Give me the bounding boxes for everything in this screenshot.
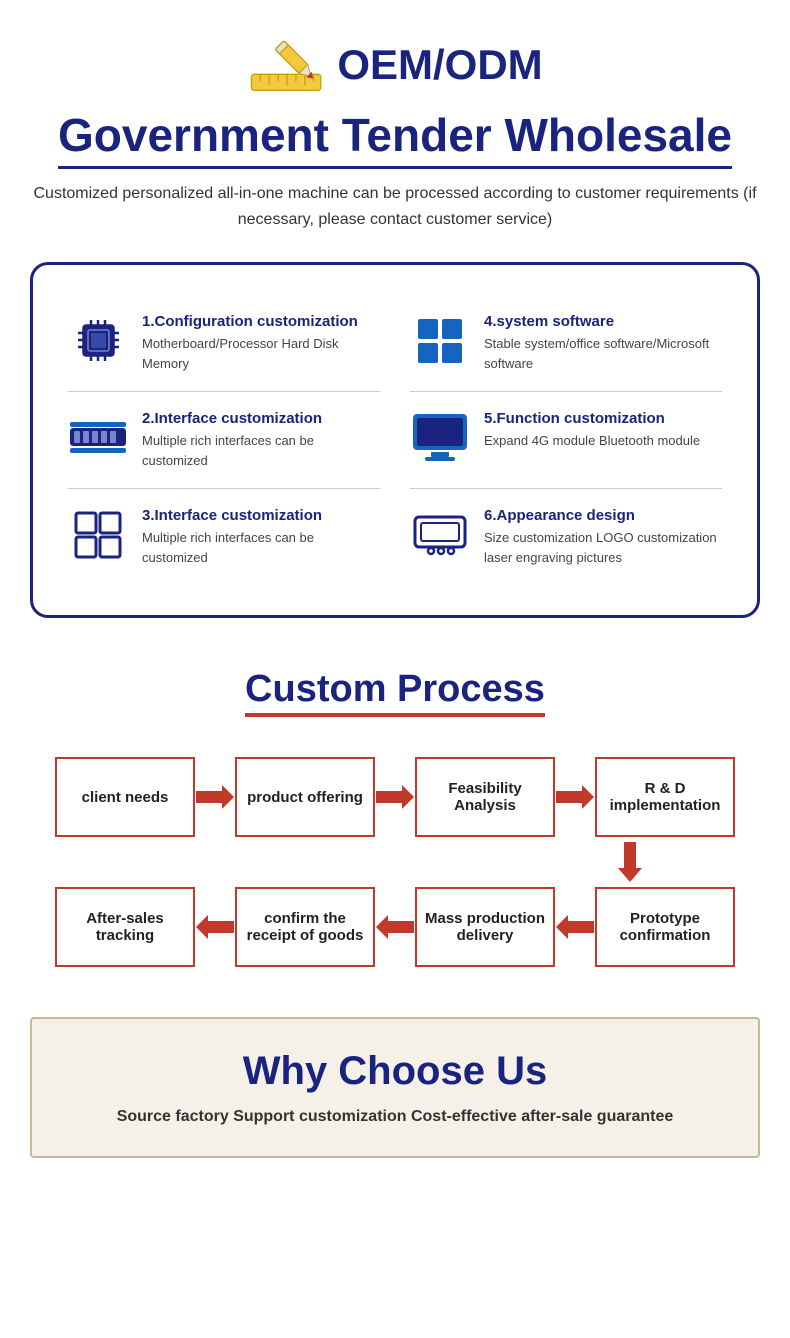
cpu-icon (68, 313, 128, 368)
process-box-mass: Mass production delivery (415, 887, 555, 967)
arrow-right-2 (375, 782, 415, 812)
header-section: OEM/ODM Government Tender Wholesale Cust… (0, 0, 790, 242)
arrow-down-icon (560, 837, 700, 887)
gov-title: Government Tender Wholesale (58, 108, 732, 169)
device-icon (410, 507, 470, 562)
custom-item-3-desc: Multiple rich interfaces can be customiz… (142, 528, 380, 567)
custom-grid: 1.Configuration customization Motherboar… (53, 295, 737, 585)
custom-item-3-text: 3.Interface customization Multiple rich … (142, 507, 380, 567)
arrow-right-3 (555, 782, 595, 812)
process-title-wrap: Custom Process (20, 668, 770, 757)
arrow-left-1 (195, 912, 235, 942)
custom-item-5-desc: Expand 4G module Bluetooth module (484, 431, 700, 451)
process-box-client: client needs (55, 757, 195, 837)
process-box-aftersales: After-sales tracking (55, 887, 195, 967)
custom-item-4: 4.system software Stable system/office s… (395, 295, 737, 391)
process-box-prototype: Prototype confirmation (595, 887, 735, 967)
process-box-product: product offering (235, 757, 375, 837)
process-box-confirm: confirm the receipt of goods (235, 887, 375, 967)
arrow-left-2 (375, 912, 415, 942)
pencil-ruler-icon (247, 30, 327, 100)
subtitle: Customized personalized all-in-one machi… (20, 181, 770, 232)
custom-item-4-text: 4.system software Stable system/office s… (484, 313, 722, 373)
custom-item-2-title: 2.Interface customization (142, 410, 380, 427)
custom-item-1-title: 1.Configuration customization (142, 313, 380, 330)
custom-item-3-title: 3.Interface customization (142, 507, 380, 524)
custom-item-2: 2.Interface customization Multiple rich … (53, 392, 395, 488)
custom-item-5-title: 5.Function customization (484, 410, 700, 427)
arrow-left-3 (555, 912, 595, 942)
why-subtitle: Source factory Support customization Cos… (52, 1108, 738, 1126)
down-arrow-connector (20, 837, 770, 887)
custom-item-6-desc: Size customization LOGO customization la… (484, 528, 722, 567)
monitor-icon (410, 410, 470, 465)
custom-item-6: 6.Appearance design Size customization L… (395, 489, 737, 585)
custom-item-3: 3.Interface customization Multiple rich … (53, 489, 395, 585)
custom-item-1: 1.Configuration customization Motherboar… (53, 295, 395, 391)
custom-item-6-title: 6.Appearance design (484, 507, 722, 524)
custom-item-5-text: 5.Function customization Expand 4G modul… (484, 410, 700, 451)
custom-item-2-text: 2.Interface customization Multiple rich … (142, 410, 380, 470)
custom-item-1-desc: Motherboard/Processor Hard Disk Memory (142, 334, 380, 373)
process-row-2: After-sales tracking confirm the receipt… (20, 887, 770, 967)
process-title: Custom Process (245, 668, 545, 717)
why-title: Why Choose Us (52, 1049, 738, 1094)
apps-icon (68, 507, 128, 562)
process-row-1: client needs product offering Feasibilit… (20, 757, 770, 837)
custom-item-4-desc: Stable system/office software/Microsoft … (484, 334, 722, 373)
windows-icon (410, 313, 470, 368)
process-box-rd: R & D implementation (595, 757, 735, 837)
arrow-right-1 (195, 782, 235, 812)
custom-item-4-title: 4.system software (484, 313, 722, 330)
process-box-feasibility: Feasibility Analysis (415, 757, 555, 837)
why-section: Why Choose Us Source factory Support cus… (30, 1017, 760, 1158)
customization-box: 1.Configuration customization Motherboar… (30, 262, 760, 618)
custom-item-5: 5.Function customization Expand 4G modul… (395, 392, 737, 488)
ports-icon (68, 410, 128, 465)
custom-item-1-text: 1.Configuration customization Motherboar… (142, 313, 380, 373)
custom-item-2-desc: Multiple rich interfaces can be customiz… (142, 431, 380, 470)
header-top: OEM/ODM (20, 30, 770, 100)
oem-title: OEM/ODM (337, 41, 542, 89)
process-section: Custom Process client needs product offe… (0, 638, 790, 997)
custom-item-6-text: 6.Appearance design Size customization L… (484, 507, 722, 567)
